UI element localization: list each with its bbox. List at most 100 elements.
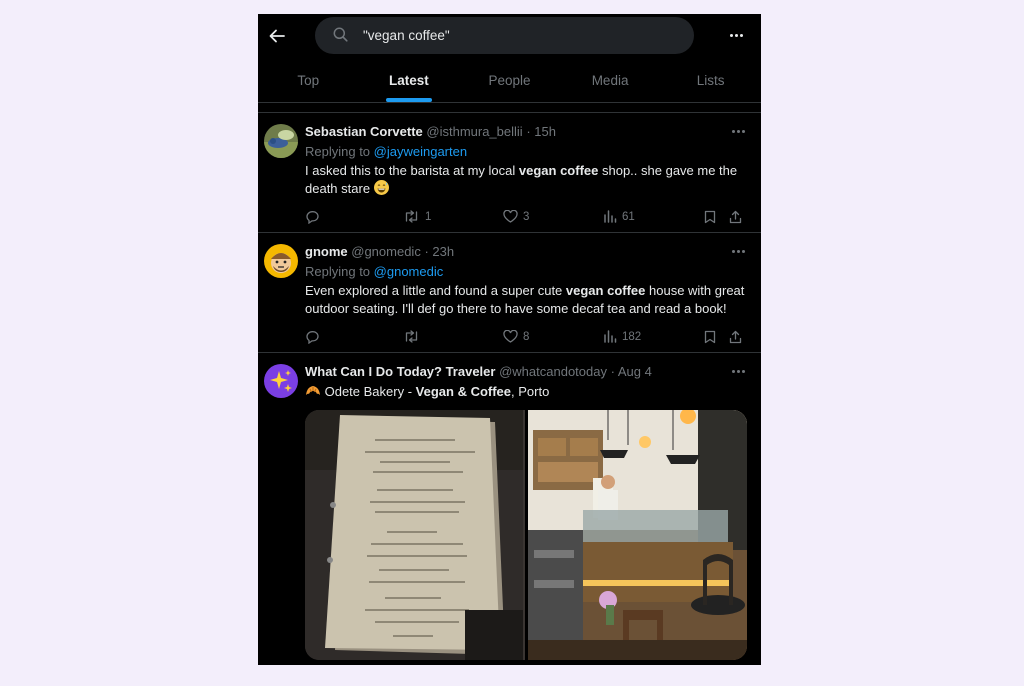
divider <box>258 103 761 113</box>
views-count: 61 <box>622 210 635 223</box>
retweet-button[interactable]: 1 <box>403 210 431 223</box>
timestamp[interactable]: · Aug 4 <box>611 364 652 379</box>
author-name[interactable]: What Can I Do Today? Traveler <box>305 364 495 379</box>
more-dot <box>737 250 740 253</box>
bookmark-button[interactable] <box>704 210 716 224</box>
reply-button[interactable] <box>305 210 320 224</box>
tweet-header: Sebastian Corvette @isthmura_bellii · 15… <box>305 124 747 140</box>
tweet-text-part: I asked this to the barista at my local <box>305 163 519 178</box>
croissant-emoji-icon <box>305 384 321 398</box>
replying-to: Replying to @gnomedic <box>305 264 747 280</box>
timestamp[interactable]: · 15h <box>526 124 556 139</box>
tweet-more-button[interactable] <box>732 130 745 133</box>
tweet[interactable]: What Can I Do Today? Traveler @whatcando… <box>258 353 761 660</box>
grinning-sweat-emoji-icon <box>373 180 389 195</box>
back-button[interactable] <box>264 23 290 49</box>
more-dot <box>742 130 745 133</box>
reply-icon <box>306 331 319 344</box>
retweet-button[interactable] <box>403 330 425 343</box>
share-button[interactable] <box>729 210 742 224</box>
tweet-text-part: , Porto <box>511 384 550 399</box>
views-button[interactable]: 182 <box>603 330 641 343</box>
views-button[interactable]: 61 <box>603 210 635 223</box>
share-icon <box>729 210 742 224</box>
more-dots-icon <box>732 250 735 253</box>
tab-media[interactable]: Media <box>560 58 661 102</box>
more-dots-icon <box>732 130 735 133</box>
views-chart-icon <box>604 210 617 223</box>
avatar-photo-icon <box>264 124 298 158</box>
avatar[interactable] <box>264 364 298 398</box>
like-button[interactable]: 8 <box>503 330 529 343</box>
more-dot <box>737 370 740 373</box>
replying-to: Replying to @jayweingarten <box>305 144 747 160</box>
tab-top[interactable]: Top <box>258 58 359 102</box>
reply-button[interactable] <box>305 330 320 344</box>
cafe-interior-photo[interactable] <box>527 410 747 660</box>
search-input[interactable] <box>363 25 673 45</box>
cafe-photo-image <box>527 410 747 660</box>
sparkles-avatar-icon <box>264 364 298 398</box>
more-dot <box>734 33 738 37</box>
author-handle[interactable]: @whatcandotoday <box>499 364 607 379</box>
tab-lists[interactable]: Lists <box>660 58 761 102</box>
timestamp[interactable]: · 23h <box>424 244 454 259</box>
tweet-actions: 1 3 61 <box>305 198 747 238</box>
avatar[interactable] <box>264 124 298 158</box>
search-tabs: Top Latest People Media Lists <box>258 58 761 103</box>
author-handle[interactable]: @isthmura_bellii <box>426 124 522 139</box>
replying-to-label: Replying to <box>305 264 371 279</box>
bookmark-icon <box>704 210 716 224</box>
replying-to-label: Replying to <box>305 144 371 159</box>
tweet[interactable]: Sebastian Corvette @isthmura_bellii · 15… <box>258 113 761 233</box>
more-options-button[interactable] <box>725 25 747 45</box>
bookmark-icon <box>704 330 716 344</box>
like-count: 3 <box>523 210 530 223</box>
menu-photo-image <box>305 410 523 660</box>
tweet-header: What Can I Do Today? Traveler @whatcando… <box>305 364 747 380</box>
views-chart-icon <box>604 330 617 343</box>
more-dots-icon <box>729 33 733 37</box>
author-handle[interactable]: @gnomedic <box>351 244 421 259</box>
tab-latest[interactable]: Latest <box>359 58 460 102</box>
tab-people[interactable]: People <box>459 58 560 102</box>
tweet[interactable]: gnome @gnomedic · 23h Replying to @gnome… <box>258 233 761 353</box>
tweet-media <box>305 410 747 660</box>
search-highlight: vegan coffee <box>565 283 646 298</box>
more-dot <box>742 370 745 373</box>
heart-icon <box>503 330 518 343</box>
tweet-actions: 8 182 <box>305 318 747 358</box>
tweet-text-part: Odete Bakery - <box>321 384 416 399</box>
reply-icon <box>306 211 319 224</box>
author-name[interactable]: gnome <box>305 244 348 259</box>
more-dot <box>737 130 740 133</box>
tweet-text: Even explored a little and found a super… <box>305 282 747 318</box>
gnome-avatar-icon <box>264 244 298 278</box>
heart-icon <box>503 210 518 223</box>
like-count: 8 <box>523 330 530 343</box>
back-arrow-icon <box>269 29 285 43</box>
author-name[interactable]: Sebastian Corvette <box>305 124 423 139</box>
tweet-more-button[interactable] <box>732 370 745 373</box>
reply-mention-link[interactable]: @gnomedic <box>374 264 444 279</box>
bookmark-button[interactable] <box>704 330 716 344</box>
retweet-count: 1 <box>425 210 432 223</box>
menu-photo[interactable] <box>305 410 525 660</box>
tweet-header: gnome @gnomedic · 23h <box>305 244 747 260</box>
more-dot <box>739 33 743 37</box>
search-icon <box>333 27 348 42</box>
more-dot <box>742 250 745 253</box>
more-dots-icon <box>732 370 735 373</box>
search-highlight: Vegan & Coffee <box>415 384 512 399</box>
share-icon <box>729 330 742 344</box>
tweet-text: Odete Bakery - Vegan & Coffee, Porto <box>305 383 747 401</box>
share-button[interactable] <box>729 330 742 344</box>
reply-mention-link[interactable]: @jayweingarten <box>374 144 467 159</box>
search-box[interactable] <box>315 17 694 54</box>
tweet-text-part: Even explored a little and found a super… <box>305 283 566 298</box>
avatar[interactable] <box>264 244 298 278</box>
tweet-more-button[interactable] <box>732 250 745 253</box>
search-highlight: vegan coffee <box>518 163 599 178</box>
app-window: Top Latest People Media Lists Sebastian … <box>258 14 761 665</box>
like-button[interactable]: 3 <box>503 210 529 223</box>
